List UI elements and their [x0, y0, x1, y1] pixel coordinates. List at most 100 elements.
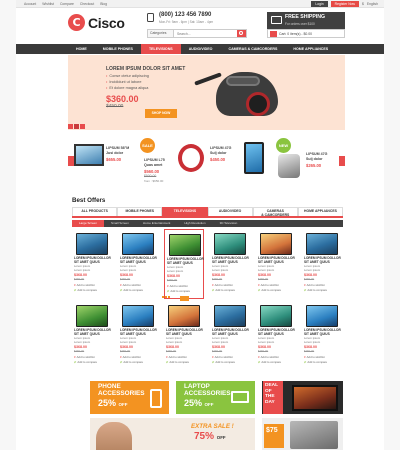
- hero-dot[interactable]: [68, 124, 73, 129]
- language-select[interactable]: English: [367, 2, 378, 6]
- product-image[interactable]: [168, 305, 200, 327]
- offers-tab[interactable]: TELEVISIONS: [162, 207, 208, 216]
- extra-sale-banner[interactable]: EXTRA SALE ! 75% OFF: [90, 418, 255, 450]
- product-card[interactable]: LOREM IPSUM DOLLOR SIT AMET QUIUS Lorem i…: [164, 229, 204, 301]
- category-select[interactable]: Categories: [148, 30, 174, 37]
- grid-dot[interactable]: [168, 296, 170, 298]
- add-to-wishlist-link[interactable]: Add to wishlist: [74, 355, 95, 359]
- offers-subtab[interactable]: Small Screen: [104, 220, 136, 227]
- search-input[interactable]: [175, 30, 237, 37]
- add-to-wishlist-link[interactable]: Add to wishlist: [258, 355, 279, 359]
- top-link-compare[interactable]: Compare: [60, 2, 74, 6]
- offers-subtab[interactable]: Large Screen: [72, 220, 105, 227]
- add-to-compare-link[interactable]: Add to compare: [74, 360, 97, 364]
- add-to-wishlist-link[interactable]: Add to wishlist: [120, 283, 141, 287]
- nav-item[interactable]: HOME: [68, 44, 95, 54]
- shipping-subtitle: For orders over $100: [285, 22, 315, 26]
- deal-of-the-day-banner[interactable]: DEAL OF THE DAY: [262, 381, 343, 414]
- offers-subtab[interactable]: High Resolution: [177, 220, 212, 227]
- product-image[interactable]: [306, 305, 338, 327]
- add-to-wishlist-link[interactable]: Add to wishlist: [74, 283, 95, 287]
- price-promo-banner[interactable]: $75: [262, 418, 343, 450]
- nav-item[interactable]: CAMERAS & CAMCORDERS: [220, 44, 285, 54]
- add-to-compare-link[interactable]: Add to compare: [258, 360, 281, 364]
- add-to-wishlist-link[interactable]: Add to wishlist: [212, 355, 233, 359]
- offers-tab[interactable]: CAMERAS & CAMCORDERS: [252, 207, 298, 217]
- add-to-compare-link[interactable]: Add to compare: [74, 288, 97, 292]
- product-image[interactable]: [214, 233, 246, 255]
- product-image[interactable]: [306, 233, 338, 255]
- currency-select[interactable]: $: [362, 2, 364, 6]
- product-meta: Lorem ipsum Lorem ipsum: [212, 336, 229, 344]
- product-image[interactable]: [169, 234, 201, 256]
- offers-tab[interactable]: AUDIO/VIDEO: [207, 207, 253, 216]
- strip-product[interactable]: LIPSUM 47G Sulj dolor $450.00: [206, 134, 274, 188]
- product-card[interactable]: LOREM IPSUM DOLLOR SIT AMET QUIUS Lorem i…: [256, 301, 296, 371]
- add-to-compare-link[interactable]: Add to compare: [212, 288, 235, 292]
- hero-dot[interactable]: [80, 124, 85, 129]
- add-to-wishlist-link[interactable]: Add to wishlist: [304, 283, 325, 287]
- add-to-wishlist-link[interactable]: Add to wishlist: [120, 355, 141, 359]
- add-to-compare-link[interactable]: Add to compare: [304, 360, 327, 364]
- add-to-wishlist-link[interactable]: Add to wishlist: [212, 283, 233, 287]
- add-to-wishlist-link[interactable]: Add to wishlist: [166, 355, 187, 359]
- top-link-wishlist[interactable]: Wishlist: [42, 2, 54, 6]
- offers-tab[interactable]: MOBILE PHONES: [117, 207, 163, 216]
- top-link-checkout[interactable]: Checkout: [80, 2, 94, 6]
- product-card[interactable]: LOREM IPSUM DOLLOR SIT AMET QUIUS Lorem i…: [118, 301, 158, 371]
- product-card[interactable]: LOREM IPSUM DOLLOR SIT AMET QUIUS Lorem i…: [302, 229, 342, 299]
- search-button[interactable]: [237, 30, 246, 37]
- hero-dot[interactable]: [74, 124, 79, 129]
- grid-dot[interactable]: [162, 296, 164, 298]
- top-link-account[interactable]: Account: [24, 2, 36, 6]
- add-to-compare-link[interactable]: Add to compare: [120, 360, 143, 364]
- offers-tab[interactable]: HOME APPLIANCES: [297, 207, 344, 216]
- nav-item[interactable]: TELEVISIONS: [140, 44, 181, 54]
- product-image[interactable]: [260, 233, 292, 255]
- grid-dot[interactable]: [165, 296, 167, 298]
- top-link-blog[interactable]: Blog: [100, 2, 107, 6]
- product-card[interactable]: LOREM IPSUM DOLLOR SIT AMET QUIUS Lorem i…: [210, 229, 250, 299]
- shop-now-button[interactable]: SHOP NOW: [145, 109, 177, 118]
- laptop-accessories-banner[interactable]: LAPTOP ACCESSORIES 25% OFF: [176, 381, 255, 414]
- product-image[interactable]: [122, 233, 154, 255]
- add-to-compare-link[interactable]: Add to compare: [258, 288, 281, 292]
- cart-summary[interactable]: Cart: 0 item(s) - $0.00: [267, 29, 345, 38]
- product-card[interactable]: LOREM IPSUM DOLLOR SIT AMET QUIUS Lorem i…: [256, 229, 296, 299]
- nav-item[interactable]: MOBILE PHONES: [95, 44, 141, 54]
- nav-item[interactable]: AUDIO/VIDEO: [181, 44, 221, 54]
- product-image[interactable]: [260, 305, 292, 327]
- hero-slider: LOREM IPSUM DOLOR SIT AMET Conse ctetur …: [68, 55, 345, 130]
- product-card[interactable]: LOREM IPSUM DOLLOR SIT AMET QUIUS Lorem i…: [72, 229, 112, 299]
- add-to-wishlist-link[interactable]: Add to wishlist: [167, 284, 188, 288]
- offers-tab[interactable]: ALL PRODUCTS: [72, 207, 118, 216]
- product-card[interactable]: LOREM IPSUM DOLLOR SIT AMET QUIUS Lorem i…: [302, 301, 342, 371]
- add-to-compare-link[interactable]: Add to compare: [212, 360, 235, 364]
- add-to-compare-link[interactable]: Add to compare: [120, 288, 143, 292]
- register-button[interactable]: Register Now: [330, 1, 359, 7]
- product-image[interactable]: [122, 305, 154, 327]
- add-to-compare-link[interactable]: Add to compare: [167, 289, 190, 293]
- product-meta: Lorem ipsum Lorem ipsum: [258, 336, 275, 344]
- product-image[interactable]: [76, 233, 108, 255]
- strip-next-arrow-icon[interactable]: [339, 156, 345, 166]
- offers-subtab[interactable]: Home Entertainment: [136, 220, 178, 227]
- offers-subtab[interactable]: 3D Television: [213, 220, 245, 227]
- nav-item[interactable]: HOME APPLIANCES: [285, 44, 336, 54]
- login-button[interactable]: Login: [311, 1, 328, 7]
- strip-product[interactable]: SALE LIPSUM L75 Quas amet $560.00 $500.0…: [138, 134, 206, 188]
- add-to-wishlist-link[interactable]: Add to wishlist: [258, 283, 279, 287]
- add-to-compare-link[interactable]: Add to compare: [166, 360, 189, 364]
- phone-accessories-banner[interactable]: PHONE ACCESSORIES 25% OFF: [90, 381, 169, 414]
- strip-product[interactable]: LIPSUM 58"M Jusi dolor $655.00: [70, 134, 138, 188]
- product-image[interactable]: [214, 305, 246, 327]
- product-card[interactable]: LOREM IPSUM DOLLOR SIT AMET QUIUS Lorem i…: [164, 301, 204, 371]
- product-image[interactable]: [76, 305, 108, 327]
- product-card[interactable]: LOREM IPSUM DOLLOR SIT AMET QUIUS Lorem i…: [72, 301, 112, 371]
- strip-product[interactable]: NEW LIPSUM 47G Sulj dolor $265.00: [274, 134, 342, 188]
- product-card[interactable]: LOREM IPSUM DOLLOR SIT AMET QUIUS Lorem i…: [210, 301, 250, 371]
- product-card[interactable]: LOREM IPSUM DOLLOR SIT AMET QUIUS Lorem i…: [118, 229, 158, 299]
- add-to-compare-link[interactable]: Add to compare: [304, 288, 327, 292]
- add-to-wishlist-link[interactable]: Add to wishlist: [304, 355, 325, 359]
- logo[interactable]: C Cisco: [68, 14, 125, 31]
